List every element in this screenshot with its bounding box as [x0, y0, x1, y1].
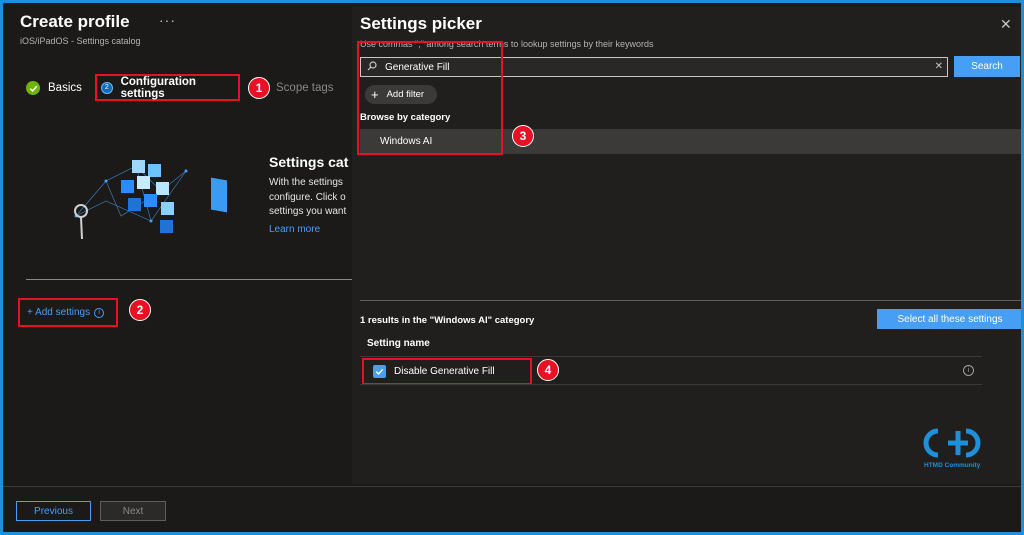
row-divider [360, 384, 982, 385]
divider [26, 279, 352, 280]
step-basics-label: Basics [48, 82, 82, 94]
row-divider [360, 356, 982, 357]
settings-catalog-title: Settings cat [269, 154, 349, 170]
add-settings-label: + Add settings [27, 307, 91, 318]
select-all-button[interactable]: Select all these settings [877, 309, 1021, 329]
results-summary: 1 results in the "Windows AI" category [360, 315, 535, 326]
check-icon [26, 81, 40, 95]
create-profile-panel: Create profile ··· iOS/iPadOS - Settings… [6, 6, 353, 532]
callout-badge-2: 2 [129, 299, 151, 321]
browse-by-category-label: Browse by category [360, 112, 451, 123]
divider [360, 300, 1021, 301]
step-configuration-label: Configuration settings [120, 75, 196, 100]
description-line: configure. Click o [269, 191, 346, 203]
picker-title: Settings picker [360, 14, 482, 33]
info-icon[interactable]: i [94, 307, 105, 318]
picker-hint: Use commas "," among search terms to loo… [360, 39, 654, 49]
callout-badge-1: 1 [248, 77, 270, 99]
close-icon[interactable]: ✕ [1000, 16, 1012, 33]
add-filter-button[interactable]: + Add filter [365, 85, 437, 104]
step-scope-tags[interactable]: Scope tags [276, 76, 334, 100]
setting-row-disable-generative-fill[interactable]: Disable Generative Fill [362, 358, 532, 385]
search-value: Generative Fill [385, 61, 450, 73]
info-icon[interactable]: i [963, 365, 974, 376]
plus-icon: + [371, 87, 379, 102]
checkbox-checked-icon[interactable] [373, 365, 386, 378]
page-subtitle: iOS/iPadOS - Settings catalog [20, 36, 141, 46]
step-basics[interactable]: Basics [26, 76, 82, 100]
setting-name: Disable Generative Fill [394, 366, 495, 377]
step-configuration-settings[interactable]: 2 Configuration settings [95, 74, 240, 101]
settings-catalog-description: With the settings configure. Click o set… [269, 176, 353, 220]
description-line: With the settings [269, 177, 343, 188]
step-number-icon: 2 [101, 81, 113, 94]
footer-divider [3, 486, 1021, 487]
category-item-windows-ai[interactable]: Windows AI [360, 129, 1021, 154]
watermark-text: HTMD Community [924, 462, 981, 469]
screenshot-frame: Create profile ··· iOS/iPadOS - Settings… [0, 0, 1024, 535]
settings-catalog-illustration [74, 160, 227, 240]
clear-icon[interactable]: ✕ [935, 61, 943, 72]
page-title: Create profile [20, 12, 130, 31]
search-input[interactable]: Generative Fill ✕ [360, 57, 948, 77]
previous-button[interactable]: Previous [16, 501, 91, 521]
callout-badge-3: 3 [512, 125, 534, 147]
learn-more-link[interactable]: Learn more [269, 224, 320, 235]
column-header-setting-name: Setting name [367, 338, 430, 349]
next-button[interactable]: Next [100, 501, 166, 521]
category-label: Windows AI [380, 136, 433, 147]
add-filter-label: Add filter [386, 89, 425, 100]
settings-picker-panel: Settings picker ✕ Use commas "," among s… [352, 6, 1021, 484]
description-line: settings you want [269, 206, 347, 217]
add-settings-link[interactable]: + Add settings i [18, 298, 118, 327]
callout-badge-4: 4 [537, 359, 559, 381]
search-button[interactable]: Search [954, 56, 1020, 77]
more-options-icon[interactable]: ··· [159, 12, 176, 28]
search-icon [367, 60, 377, 74]
